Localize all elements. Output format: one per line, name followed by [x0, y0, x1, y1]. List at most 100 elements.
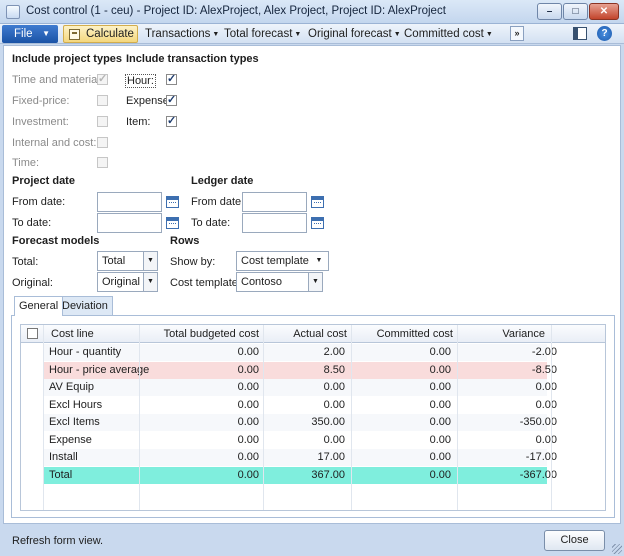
cell-variance[interactable]: -350.00: [457, 414, 557, 431]
cell-cost-line[interactable]: AV Equip: [49, 379, 149, 396]
cell-committed-cost[interactable]: 0.00: [351, 414, 451, 431]
table-row[interactable]: Excl Hours 0.00 0.00 0.00 0.00: [43, 397, 557, 414]
cell-variance[interactable]: -17.00: [457, 449, 557, 466]
project-to-date-input[interactable]: [97, 213, 162, 233]
cell-actual-cost[interactable]: 17.00: [263, 449, 345, 466]
total-forecast-menu[interactable]: Total forecast ▼: [224, 25, 301, 43]
cell-variance[interactable]: 0.00: [457, 379, 557, 396]
cell-total-budgeted-cost[interactable]: 0.00: [139, 344, 259, 361]
help-icon[interactable]: ?: [597, 26, 612, 41]
layout-icon[interactable]: [573, 27, 587, 40]
chevron-down-icon[interactable]: ▼: [310, 252, 328, 270]
calendar-icon[interactable]: [311, 217, 324, 229]
type-fixed-price-checkbox[interactable]: [97, 95, 108, 106]
cell-actual-cost[interactable]: 367.00: [263, 467, 345, 484]
cell-committed-cost[interactable]: 0.00: [351, 362, 451, 379]
original-forecast-menu[interactable]: Original forecast ▼: [308, 25, 401, 43]
table-row-total[interactable]: Total 0.00 367.00 0.00 -367.00: [43, 466, 557, 484]
chevron-down-icon[interactable]: ▼: [143, 252, 157, 270]
transactions-menu[interactable]: Transactions ▼: [145, 25, 219, 43]
form-body: Include project types Time and material:…: [3, 45, 621, 524]
type-time-material-checkbox[interactable]: [97, 72, 108, 85]
trans-hour-checkbox[interactable]: [166, 72, 177, 85]
cell-total-budgeted-cost[interactable]: 0.00: [139, 449, 259, 466]
col-total-budgeted-cost[interactable]: Total budgeted cost: [161, 325, 259, 343]
select-all-checkbox[interactable]: [27, 328, 38, 339]
cell-cost-line[interactable]: Excl Hours: [49, 397, 149, 414]
type-internal-cost-checkbox[interactable]: [97, 137, 108, 148]
cell-actual-cost[interactable]: 2.00: [263, 344, 345, 361]
type-fixed-price-label: Fixed-price:: [12, 95, 70, 107]
cell-cost-line[interactable]: Hour - quantity: [49, 344, 149, 361]
cell-total-budgeted-cost[interactable]: 0.00: [139, 362, 259, 379]
col-variance[interactable]: Variance: [461, 325, 545, 343]
table-row[interactable]: Hour - price average 0.00 8.50 0.00 -8.50: [43, 361, 557, 379]
cell-actual-cost[interactable]: 0.00: [263, 432, 345, 449]
maximize-button[interactable]: □: [563, 3, 588, 20]
cell-total-budgeted-cost[interactable]: 0.00: [139, 432, 259, 449]
cell-actual-cost[interactable]: 0.00: [263, 397, 345, 414]
tab-general[interactable]: General: [14, 296, 64, 316]
table-row[interactable]: Expense 0.00 0.00 0.00 0.00: [43, 432, 557, 449]
file-menu-button[interactable]: File ▼: [2, 25, 58, 43]
close-window-button[interactable]: ✕: [589, 3, 619, 20]
cell-total-budgeted-cost[interactable]: 0.00: [139, 467, 259, 484]
cell-committed-cost[interactable]: 0.00: [351, 449, 451, 466]
table-row[interactable]: AV Equip 0.00 0.00 0.00 0.00: [43, 379, 557, 396]
col-actual-cost[interactable]: Actual cost: [267, 325, 347, 343]
cost-template-select[interactable]: Contoso ▼: [236, 272, 323, 292]
calendar-icon[interactable]: [166, 217, 179, 229]
cell-variance[interactable]: 0.00: [457, 432, 557, 449]
table-row[interactable]: Hour - quantity 0.00 2.00 0.00 -2.00: [43, 344, 557, 361]
cell-cost-line[interactable]: Excl Items: [49, 414, 149, 431]
ledger-to-date-input[interactable]: [242, 213, 307, 233]
committed-cost-label: Committed cost: [404, 28, 484, 40]
col-cost-line[interactable]: Cost line: [51, 325, 94, 343]
cell-cost-line[interactable]: Expense: [49, 432, 149, 449]
committed-cost-menu[interactable]: Committed cost ▼: [404, 25, 493, 43]
cell-actual-cost[interactable]: 350.00: [263, 414, 345, 431]
app-icon: [6, 5, 20, 19]
cell-committed-cost[interactable]: 0.00: [351, 379, 451, 396]
tab-deviation[interactable]: Deviation: [57, 296, 113, 315]
calculate-button[interactable]: Calculate: [63, 25, 138, 43]
calendar-icon[interactable]: [311, 196, 324, 208]
cell-total-budgeted-cost[interactable]: 0.00: [139, 397, 259, 414]
ledger-from-date-input[interactable]: [242, 192, 307, 212]
resize-grip-icon[interactable]: [612, 544, 622, 554]
forecast-total-select[interactable]: Total ▼: [97, 251, 158, 271]
cell-committed-cost[interactable]: 0.00: [351, 397, 451, 414]
cell-cost-line[interactable]: Install: [49, 449, 149, 466]
trans-item-checkbox[interactable]: [166, 114, 177, 127]
tab-panel-general: Cost line Total budgeted cost Actual cos…: [11, 315, 615, 518]
cell-actual-cost[interactable]: 0.00: [263, 379, 345, 396]
cell-cost-line[interactable]: Hour - price average: [49, 362, 149, 379]
more-actions-button[interactable]: »: [510, 26, 524, 41]
table-row[interactable]: Excl Items 0.00 350.00 0.00 -350.00: [43, 414, 557, 431]
forecast-original-select[interactable]: Original ▼: [97, 272, 158, 292]
col-committed-cost[interactable]: Committed cost: [355, 325, 453, 343]
chevron-down-icon[interactable]: ▼: [143, 273, 157, 291]
cell-committed-cost[interactable]: 0.00: [351, 432, 451, 449]
cell-total-budgeted-cost[interactable]: 0.00: [139, 414, 259, 431]
project-from-date-input[interactable]: [97, 192, 162, 212]
cell-total-budgeted-cost[interactable]: 0.00: [139, 379, 259, 396]
chevron-down-icon: ▼: [42, 29, 50, 38]
calendar-icon[interactable]: [166, 196, 179, 208]
type-time-checkbox[interactable]: [97, 157, 108, 168]
show-by-select[interactable]: Cost template ▼: [236, 251, 329, 271]
cell-variance[interactable]: -2.00: [457, 344, 557, 361]
chevron-down-icon[interactable]: ▼: [308, 273, 322, 291]
trans-expense-checkbox[interactable]: [166, 93, 177, 106]
table-row[interactable]: Install 0.00 17.00 0.00 -17.00: [43, 449, 557, 466]
cell-variance[interactable]: -8.50: [457, 362, 557, 379]
cell-variance[interactable]: 0.00: [457, 397, 557, 414]
cell-variance[interactable]: -367.00: [457, 467, 557, 484]
cell-cost-line[interactable]: Total: [49, 467, 149, 484]
cell-committed-cost[interactable]: 0.00: [351, 467, 451, 484]
type-investment-checkbox[interactable]: [97, 116, 108, 127]
cell-actual-cost[interactable]: 8.50: [263, 362, 345, 379]
cell-committed-cost[interactable]: 0.00: [351, 344, 451, 361]
minimize-button[interactable]: –: [537, 3, 562, 20]
close-button[interactable]: Close: [544, 530, 605, 551]
